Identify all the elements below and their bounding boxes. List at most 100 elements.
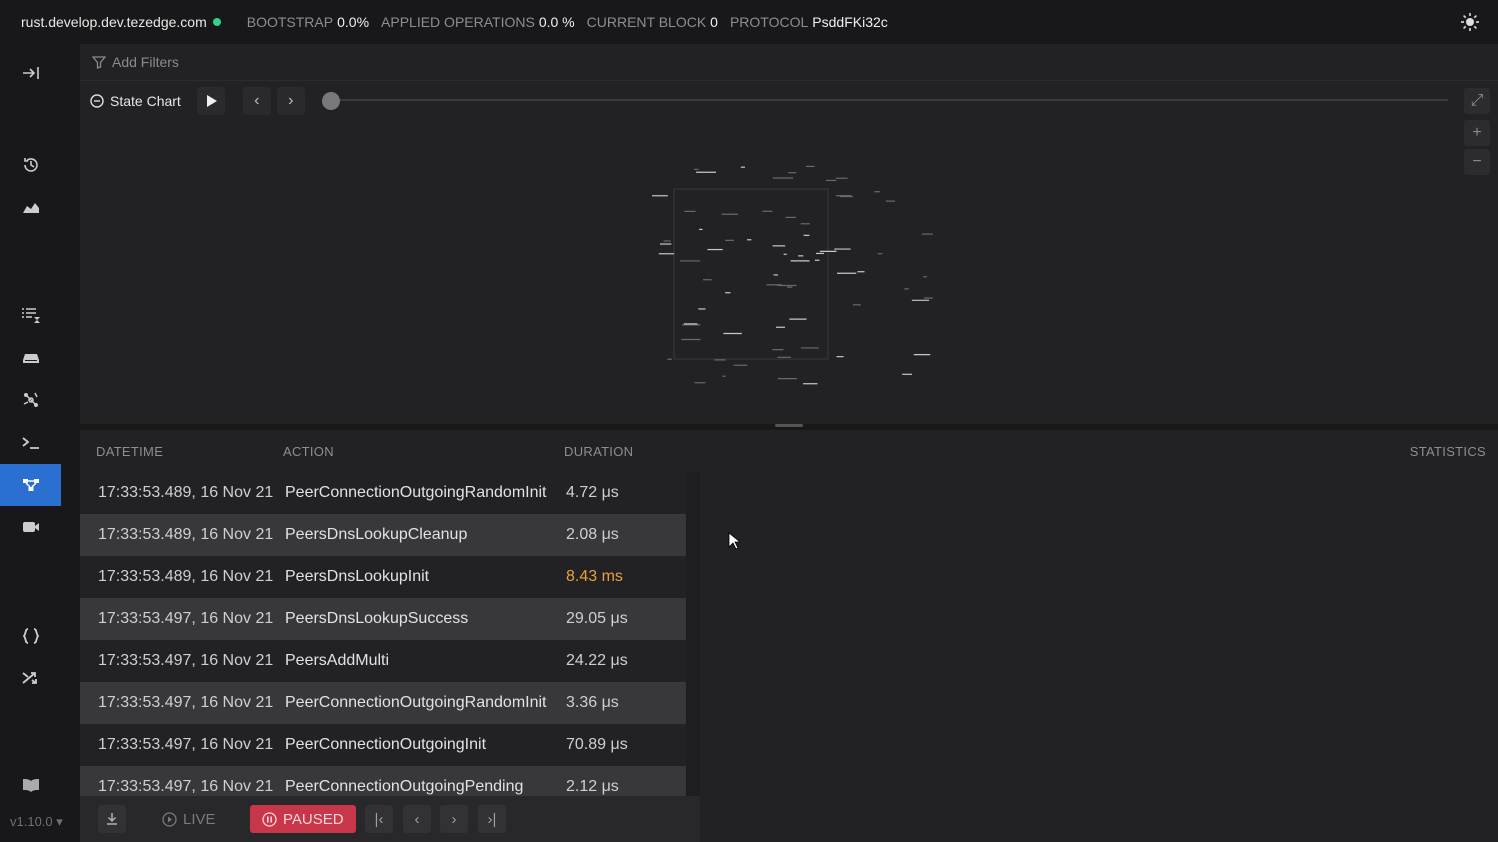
cell-datetime: 17:33:53.489, 16 Nov 21 <box>98 526 274 543</box>
cell-datetime: 17:33:53.497, 16 Nov 21 <box>98 610 274 627</box>
network-icon <box>23 392 38 407</box>
chart-prev-button[interactable]: ‹ <box>242 87 271 115</box>
download-icon <box>107 813 117 825</box>
braces-icon <box>22 628 39 644</box>
cell-datetime: 17:33:53.497, 16 Nov 21 <box>98 694 274 711</box>
sidebar-item-history[interactable] <box>0 144 61 186</box>
book-icon <box>22 779 39 792</box>
column-header-duration[interactable]: DURATION <box>564 444 633 459</box>
table-row[interactable]: 17:33:53.489, 16 Nov 21 PeersDnsLookupCle… <box>80 514 686 556</box>
cell-action: PeerConnectionOutgoingRandomInit <box>285 694 547 711</box>
sidebar-item-resources[interactable] <box>0 294 61 336</box>
collapse-sidebar-icon <box>22 67 39 79</box>
cell-duration: 3.36 μs <box>566 694 619 711</box>
download-button[interactable] <box>98 805 126 833</box>
cell-action: PeersAddMulti <box>285 652 390 669</box>
state-chart-title: State Chart <box>110 93 181 109</box>
previous-page-button[interactable]: ‹ <box>403 805 431 833</box>
cell-action: PeerConnectionOutgoingRandomInit <box>285 484 547 501</box>
column-header-action[interactable]: ACTION <box>283 444 334 459</box>
chevron-right-icon: › <box>288 92 294 109</box>
table-row[interactable]: 17:33:53.497, 16 Nov 21 PeerConnectionOut… <box>80 682 686 724</box>
skip-first-icon: |‹ <box>374 810 384 828</box>
pause-circle-icon <box>262 811 277 827</box>
statistics-tab[interactable]: STATISTICS <box>1410 444 1486 459</box>
cell-duration: 2.12 μs <box>566 778 619 795</box>
chart-next-button[interactable]: › <box>276 87 305 115</box>
sidebar-item-state-machine[interactable] <box>0 464 61 506</box>
sidebar-item-network[interactable] <box>0 379 61 421</box>
table-row[interactable]: 17:33:53.497, 16 Nov 21 PeersAddMulti 24.2… <box>80 640 700 682</box>
node-name[interactable]: rust.develop.dev.tezedge.com <box>21 14 207 30</box>
filters-bar: Add Filters <box>80 44 1498 81</box>
live-button[interactable]: LIVE <box>162 805 216 833</box>
state-machine-icon <box>22 479 39 491</box>
expand-icon: ⤢ <box>1470 92 1484 109</box>
state-chart-canvas[interactable] <box>80 81 1498 424</box>
sidebar-item-storage[interactable] <box>0 337 61 379</box>
chart-frame <box>673 188 829 360</box>
version-selector[interactable]: v1.10.0 ▾ <box>10 814 63 830</box>
applied-operations-label: APPLIED OPERATIONS <box>381 14 535 30</box>
chevron-down-icon: ▾ <box>56 814 63 829</box>
next-page-button[interactable]: › <box>440 805 468 833</box>
sidebar-item-recorder[interactable] <box>0 506 61 548</box>
filter-icon <box>92 56 106 69</box>
sidebar-item-rpc[interactable] <box>0 615 61 657</box>
top-bar: rust.develop.dev.tezedge.com BOOTSTRAP 0.… <box>0 0 1498 44</box>
table-row[interactable]: 17:33:53.489, 16 Nov 21 PeersDnsLookupIni… <box>80 556 700 598</box>
add-filters-button[interactable]: Add Filters <box>92 54 179 70</box>
sidebar: v1.10.0 ▾ <box>0 44 80 842</box>
paused-button[interactable]: PAUSED <box>250 805 356 833</box>
shuffle-icon <box>21 672 37 684</box>
sidebar-item-charts[interactable] <box>0 186 61 228</box>
table-body: 17:33:53.489, 16 Nov 21 PeerConnectionOut… <box>80 472 700 796</box>
last-page-button[interactable]: ›| <box>478 805 506 833</box>
column-header-datetime[interactable]: DATETIME <box>96 444 163 459</box>
theme-toggle-icon[interactable] <box>1460 12 1480 32</box>
table-header: DATETIME ACTION DURATION STATISTICS <box>80 430 1498 472</box>
sidebar-item-shuffle[interactable] <box>0 657 61 699</box>
timeline-slider[interactable] <box>325 99 1448 101</box>
history-icon <box>23 158 38 172</box>
cell-duration: 2.08 μs <box>566 526 619 543</box>
state-chart-toggle[interactable]: State Chart <box>90 93 181 109</box>
first-page-button[interactable]: |‹ <box>365 805 393 833</box>
cell-datetime: 17:33:53.489, 16 Nov 21 <box>98 484 274 501</box>
paused-label: PAUSED <box>283 810 344 828</box>
chevron-left-icon: ‹ <box>414 810 420 828</box>
fullscreen-button[interactable]: ⤢ <box>1464 88 1490 114</box>
splitter-handle[interactable] <box>775 424 803 427</box>
chevron-left-icon: ‹ <box>254 92 260 109</box>
cell-datetime: 17:33:53.497, 16 Nov 21 <box>98 652 274 669</box>
sidebar-item-docs[interactable] <box>0 764 61 806</box>
zoom-out-button[interactable]: − <box>1464 149 1490 175</box>
table-row[interactable]: 17:33:53.497, 16 Nov 21 PeerConnectionOut… <box>80 766 686 796</box>
bootstrap-stat: BOOTSTRAP 0.0% <box>247 14 369 30</box>
zoom-in-button[interactable]: + <box>1464 120 1490 146</box>
live-label: LIVE <box>183 810 216 828</box>
collapse-sidebar-button[interactable] <box>0 52 61 94</box>
storage-icon <box>22 354 39 363</box>
chart-toolbar: State Chart ‹ › <box>90 87 305 115</box>
play-button[interactable] <box>196 87 225 115</box>
table-row[interactable]: 17:33:53.497, 16 Nov 21 PeerConnectionOut… <box>80 724 700 766</box>
protocol-label: PROTOCOL <box>729 14 809 30</box>
cell-datetime: 17:33:53.497, 16 Nov 21 <box>98 778 274 795</box>
video-icon <box>22 522 39 532</box>
minus-icon: − <box>1472 153 1482 170</box>
play-icon <box>206 95 217 107</box>
skip-last-icon: ›| <box>487 810 497 828</box>
play-circle-icon <box>162 811 177 827</box>
table-row[interactable]: 17:33:53.497, 16 Nov 21 PeersDnsLookupSuc… <box>80 598 686 640</box>
table-row[interactable]: 17:33:53.489, 16 Nov 21 PeerConnectionOut… <box>80 472 700 514</box>
table-scrollbar[interactable] <box>686 472 700 796</box>
terminal-icon <box>21 437 39 449</box>
sidebar-item-logs[interactable] <box>0 422 61 464</box>
current-block-value: 0 <box>710 14 718 30</box>
cell-action: PeerConnectionOutgoingPending <box>285 778 524 795</box>
current-block-stat: CURRENT BLOCK 0 <box>587 14 718 30</box>
timeline-slider-handle[interactable] <box>322 92 340 110</box>
cell-duration: 24.22 μs <box>566 652 628 669</box>
cell-datetime: 17:33:53.497, 16 Nov 21 <box>98 736 274 753</box>
